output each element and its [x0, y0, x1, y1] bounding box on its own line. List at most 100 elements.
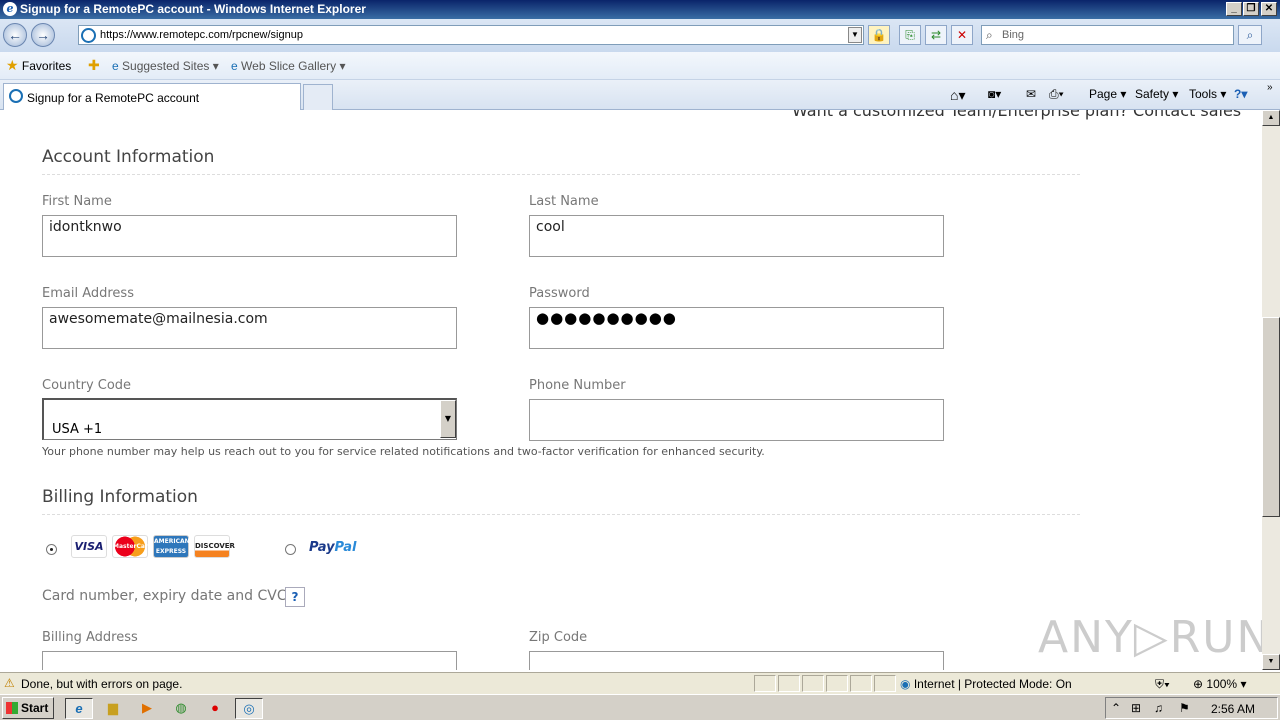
tab-signup[interactable]: Signup for a RemotePC account — [3, 83, 301, 110]
explorer-folder-icon[interactable]: ▆ — [99, 698, 127, 719]
globe-icon: ◉ — [900, 677, 911, 691]
zip-code-label: Zip Code — [529, 630, 588, 645]
password-value: ●●●●●●●●●● — [536, 309, 677, 327]
stop-icon[interactable]: ✕ — [951, 25, 973, 45]
country-code-select[interactable]: USA +1 ▼ — [42, 398, 457, 440]
ie-logo-icon: e — [3, 2, 17, 16]
account-section-title: Account Information — [42, 147, 215, 167]
ie-taskbar-icon[interactable]: e — [65, 698, 93, 719]
card-payment-radio[interactable] — [46, 544, 57, 555]
tray-expand-icon[interactable]: ⌃ — [1111, 701, 1121, 715]
back-button[interactable]: ← — [3, 23, 27, 47]
zone-label: Internet | Protected Mode: On — [913, 677, 1072, 691]
remotepc-taskbar-icon[interactable]: ◎ — [235, 698, 263, 719]
help-menu[interactable]: ?▾ — [1234, 87, 1247, 101]
security-zone[interactable]: ◉ Internet | Protected Mode: On — [900, 677, 1072, 691]
contact-sales-text[interactable]: Want a customized Team/Enterprise plan? … — [792, 110, 1241, 120]
chevron-down-icon[interactable]: ▾ — [1229, 110, 1234, 113]
status-segment — [826, 675, 848, 692]
network-icon[interactable]: ⊞ — [1131, 701, 1141, 715]
compatibility-view-icon[interactable]: ⎘ — [899, 25, 921, 45]
home-icon[interactable]: ⌂▾ — [950, 87, 965, 104]
overflow-chevron-icon[interactable]: » — [1267, 82, 1273, 93]
first-name-field[interactable]: idontknwo — [42, 215, 457, 257]
volume-icon[interactable]: ♫ — [1154, 701, 1163, 715]
page-menu[interactable]: Page ▾ — [1089, 87, 1126, 101]
add-favorites-icon[interactable]: ✚ — [88, 57, 100, 74]
safety-menu[interactable]: Safety ▾ — [1135, 87, 1178, 101]
phone-note: Your phone number may help us reach out … — [42, 445, 765, 458]
lock-icon[interactable]: 🔒 — [868, 25, 890, 45]
card-help-button[interactable]: ? — [285, 587, 305, 607]
billing-address-field[interactable] — [42, 651, 457, 670]
new-tab-button[interactable] — [303, 84, 333, 110]
opera-icon[interactable]: ● — [201, 698, 229, 719]
action-center-flag-icon[interactable]: ⚑ — [1179, 701, 1190, 715]
search-button[interactable]: ⌕ — [1238, 25, 1262, 45]
anyrun-watermark: ANY▷RUN — [1038, 612, 1262, 663]
media-player-icon[interactable]: ▶ — [133, 698, 161, 719]
web-slice-gallery-link[interactable]: e Web Slice Gallery ▾ — [231, 59, 346, 73]
last-name-label: Last Name — [529, 194, 599, 209]
password-label: Password — [529, 286, 590, 301]
email-field[interactable]: awesomemate@mailnesia.com — [42, 307, 457, 349]
favorites-button[interactable]: ★ Favorites — [6, 57, 71, 74]
section-divider — [42, 514, 1080, 515]
address-dropdown-icon[interactable]: ▼ — [848, 27, 862, 43]
suggested-sites-link[interactable]: e Suggested Sites ▾ — [112, 59, 219, 73]
scroll-up-icon[interactable]: ▲ — [1262, 110, 1280, 126]
taskbar: Start e ▆ ▶ ◍ ● ◎ ⌃ ⊞ ♫ ⚑ 2:56 AM — [0, 694, 1280, 720]
web-slice-gallery-label: Web Slice Gallery ▾ — [241, 59, 346, 73]
scroll-down-icon[interactable]: ▼ — [1262, 654, 1280, 670]
print-icon[interactable]: ⎙▾ — [1049, 87, 1064, 102]
scroll-thumb[interactable] — [1262, 317, 1280, 517]
zoom-level[interactable]: ⊕ 100% ▾ — [1193, 677, 1246, 691]
address-bar[interactable]: https://www.remotepc.com/rpcnew/signup ▼ — [78, 25, 864, 45]
visa-logo: VISA — [71, 535, 107, 558]
vertical-scrollbar[interactable]: ▲ ▼ — [1262, 110, 1280, 670]
warning-icon[interactable]: ⚠ — [4, 676, 15, 690]
phone-number-field[interactable] — [529, 399, 944, 441]
status-segment — [850, 675, 872, 692]
window-title: Signup for a RemotePC account - Windows … — [20, 2, 366, 16]
country-code-value: USA +1 — [52, 422, 103, 437]
start-label: Start — [21, 701, 49, 715]
paypal-radio[interactable] — [285, 544, 296, 555]
forward-button[interactable]: → — [31, 23, 55, 47]
system-tray: ⌃ ⊞ ♫ ⚑ 2:56 AM — [1105, 697, 1278, 719]
minimize-button[interactable]: _ — [1226, 2, 1242, 16]
country-code-label: Country Code — [42, 378, 132, 393]
tools-menu[interactable]: Tools ▾ — [1189, 87, 1226, 101]
favorites-label: Favorites — [21, 59, 72, 73]
paypal-logo-pal: Pal — [334, 540, 357, 555]
last-name-value: cool — [536, 219, 565, 235]
tab-favicon-icon — [9, 89, 23, 103]
page-icon — [81, 28, 96, 43]
restore-button[interactable]: ❐ — [1243, 2, 1259, 16]
dropdown-arrow-icon[interactable]: ▼ — [440, 400, 456, 438]
protected-mode-icon[interactable]: ⛨▾ — [1155, 677, 1170, 692]
read-mail-icon[interactable]: ✉ — [1026, 87, 1036, 101]
suggested-sites-label: Suggested Sites ▾ — [122, 59, 219, 73]
search-placeholder: Bing — [1002, 29, 1025, 41]
address-url[interactable]: https://www.remotepc.com/rpcnew/signup — [100, 29, 303, 41]
zoom-value: 100% — [1206, 677, 1238, 691]
clock[interactable]: 2:56 AM — [1211, 702, 1255, 716]
first-name-label: First Name — [42, 194, 112, 209]
search-icon: ⌕ — [986, 28, 993, 42]
password-field[interactable]: ●●●●●●●●●● — [529, 307, 944, 349]
zoom-icon: ⊕ — [1193, 677, 1204, 691]
billing-address-label: Billing Address — [42, 630, 138, 645]
zip-code-field[interactable] — [529, 651, 944, 670]
refresh-icon[interactable]: ⇄ — [925, 25, 947, 45]
star-icon: ★ — [6, 57, 19, 73]
last-name-field[interactable]: cool — [529, 215, 944, 257]
section-divider — [42, 174, 1080, 175]
chrome-icon[interactable]: ◍ — [167, 698, 195, 719]
status-segment — [754, 675, 776, 692]
start-button[interactable]: Start — [2, 697, 54, 719]
close-window-button[interactable]: ✕ — [1261, 2, 1277, 16]
search-box[interactable]: ⌕ Bing — [981, 25, 1234, 45]
status-segment — [874, 675, 896, 692]
rss-feeds-icon[interactable]: ◙▾ — [988, 87, 1001, 101]
